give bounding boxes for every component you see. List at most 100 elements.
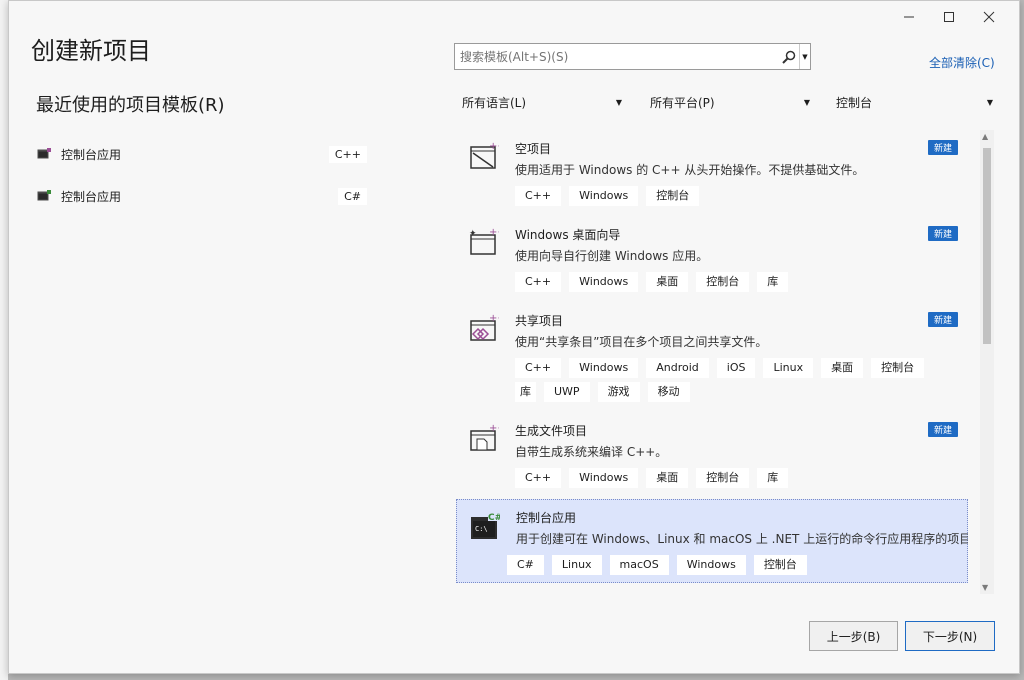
svg-text:++: ++ [489, 423, 499, 434]
window-controls [889, 7, 1009, 27]
tag: 控制台 [696, 272, 750, 292]
back-button[interactable]: 上一步(B) [809, 621, 898, 651]
template-name: 空项目 [515, 142, 552, 156]
search-icon[interactable] [779, 44, 799, 69]
minimize-icon [904, 16, 914, 18]
template-desc: 使用“共享条目”项目在多个项目之间共享文件。 [515, 335, 768, 349]
search-dropdown-icon[interactable]: ▼ [799, 44, 810, 69]
template-desc: 使用适用于 Windows 的 C++ 从头开始操作。不提供基础文件。 [515, 163, 865, 177]
template-name: Windows 桌面向导 [515, 228, 621, 242]
template-name: 控制台应用 [516, 511, 577, 525]
recent-item-label: 控制台应用 [61, 189, 122, 204]
tag: 库 [515, 382, 536, 402]
scrollbar-thumb[interactable] [983, 148, 991, 344]
template-name: 生成文件项目 [515, 424, 588, 438]
template-search-box: ▼ [454, 43, 811, 70]
scroll-up-icon[interactable]: ▲ [982, 132, 988, 141]
tag: Windows [569, 186, 639, 206]
clear-all-link[interactable]: 全部清除(C) [929, 54, 995, 71]
next-button[interactable]: 下一步(N) [905, 621, 995, 651]
project-type-filter[interactable]: 控制台 ▼ [836, 92, 993, 112]
new-badge: 新建 [927, 312, 958, 327]
tag: 控制台 [871, 358, 925, 378]
template-name: 共享项目 [515, 314, 564, 328]
project-type-filter-value: 控制台 [836, 95, 873, 110]
svg-text:✦: ✦ [469, 229, 477, 239]
tag: 控制台 [646, 186, 700, 206]
svg-text:++: ++ [489, 313, 499, 324]
template-list: ++ 空项目 使用适用于 Windows 的 C++ 从头开始操作。不提供基础文… [456, 129, 968, 589]
template-desc: 用于创建可在 Windows、Linux 和 macOS 上 .NET 上运行的… [516, 532, 968, 546]
language-filter[interactable]: 所有语言(L) ▼ [462, 92, 622, 112]
search-input[interactable] [455, 44, 779, 69]
template-tags: C++ Windows 桌面 控制台 库 [515, 468, 789, 488]
console-app-icon: C:\C# [470, 512, 502, 542]
tag: C# [507, 555, 544, 575]
template-desc: 自带生成系统来编译 C++。 [515, 445, 668, 459]
chevron-down-icon: ▼ [986, 97, 993, 107]
template-tags: C++ Windows 桌面 控制台 库 [515, 272, 789, 292]
maximize-button[interactable] [929, 7, 969, 27]
desktop-wizard-icon: ✦ ++ [469, 227, 506, 257]
new-badge: 新建 [927, 226, 958, 241]
makefile-project-icon: ++ [469, 423, 506, 453]
tag: iOS [716, 358, 756, 378]
chevron-down-icon: ▼ [615, 97, 622, 107]
tag: C++ [515, 186, 562, 206]
recent-item-console-cpp[interactable]: 控制台应用 C++ [37, 143, 367, 165]
tag: Windows [569, 468, 639, 488]
template-tags: C++ Windows Android iOS Linux 桌面 控制台 [515, 358, 925, 378]
maximize-icon [944, 12, 954, 22]
recent-templates-heading: 最近使用的项目模板(R) [36, 95, 225, 116]
chevron-down-icon: ▼ [803, 97, 810, 107]
template-item-console-app-csharp[interactable]: C:\C# 控制台应用 用于创建可在 Windows、Linux 和 macOS… [456, 499, 968, 583]
language-filter-value: 所有语言(L) [462, 95, 527, 110]
background-app-strip [0, 0, 8, 680]
tag: Android [646, 358, 709, 378]
tag: C++ [515, 272, 562, 292]
template-list-scrollbar[interactable]: ▲ ▼ [980, 130, 994, 594]
console-app-icon [37, 148, 51, 160]
new-badge: 新建 [927, 422, 958, 437]
tag: 游戏 [597, 382, 640, 402]
empty-project-icon: ++ [469, 141, 506, 171]
template-tags-row2: 库 UWP 游戏 移动 [515, 382, 690, 402]
template-item-empty-project[interactable]: ++ 空项目 使用适用于 Windows 的 C++ 从头开始操作。不提供基础文… [456, 129, 968, 213]
console-app-icon [37, 190, 51, 202]
tag: macOS [609, 555, 669, 575]
svg-text:C#: C# [488, 513, 500, 523]
svg-text:++: ++ [489, 141, 499, 152]
tag: UWP [544, 382, 590, 402]
tag: C++ [515, 468, 562, 488]
platform-filter-value: 所有平台(P) [650, 95, 715, 110]
tag: 控制台 [696, 468, 750, 488]
svg-text:C:\: C:\ [475, 525, 488, 533]
scroll-down-icon[interactable]: ▼ [982, 583, 988, 592]
create-project-dialog: 创建新项目 最近使用的项目模板(R) 控制台应用 C++ 控制台应用 C# ▼ … [8, 0, 1020, 674]
platform-filter[interactable]: 所有平台(P) ▼ [650, 92, 810, 112]
template-desc: 使用向导自行创建 Windows 应用。 [515, 249, 709, 263]
template-tags: C++ Windows 控制台 [515, 186, 700, 206]
template-tags: C# Linux macOS Windows 控制台 [507, 555, 807, 575]
minimize-button[interactable] [889, 7, 929, 27]
tag: 库 [757, 272, 789, 292]
tag: 桌面 [646, 272, 689, 292]
recent-item-label: 控制台应用 [61, 147, 122, 162]
tag: 桌面 [821, 358, 864, 378]
page-title: 创建新项目 [31, 37, 151, 65]
close-icon [983, 11, 995, 23]
tag: Linux [551, 555, 602, 575]
tag: Windows [676, 555, 746, 575]
template-item-windows-desktop-wizard[interactable]: ✦ ++ Windows 桌面向导 使用向导自行创建 Windows 应用。 新建… [456, 215, 968, 299]
template-item-makefile-project[interactable]: ++ 生成文件项目 自带生成系统来编译 C++。 新建 C++ Windows … [456, 411, 968, 497]
close-button[interactable] [969, 7, 1009, 27]
shared-project-icon: ++ [469, 313, 506, 343]
recent-item-console-csharp[interactable]: 控制台应用 C# [37, 185, 367, 207]
svg-text:++: ++ [489, 227, 499, 238]
template-item-shared-project[interactable]: ++ 共享项目 使用“共享条目”项目在多个项目之间共享文件。 新建 C++ Wi… [456, 301, 968, 409]
tag: C++ [515, 358, 562, 378]
tag: 桌面 [646, 468, 689, 488]
tag: 库 [757, 468, 789, 488]
tag: Windows [569, 272, 639, 292]
tag: Windows [569, 358, 639, 378]
